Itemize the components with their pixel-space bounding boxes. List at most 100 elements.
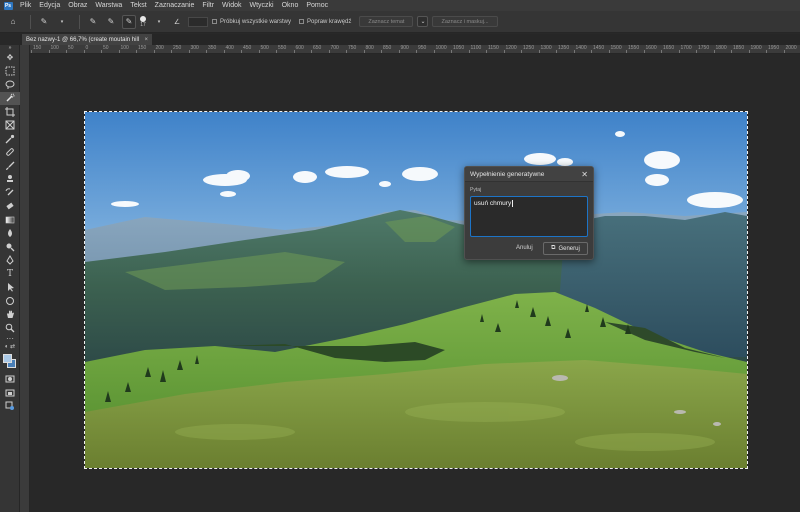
ruler-label: 1350 bbox=[558, 45, 570, 51]
zoom-tool-icon[interactable] bbox=[0, 321, 20, 335]
pen-tool-icon[interactable] bbox=[0, 254, 20, 268]
ruler-label: 100 bbox=[120, 45, 129, 51]
tools-panel: » ✥ T ··· ◐ ⇄ bbox=[0, 45, 20, 512]
ruler-label: 1150 bbox=[488, 45, 499, 51]
ruler-tick bbox=[48, 50, 50, 53]
ruler-label: 1300 bbox=[540, 45, 552, 51]
ruler-tick bbox=[643, 50, 645, 53]
menu-image[interactable]: Obraz bbox=[64, 0, 91, 11]
document-image[interactable] bbox=[84, 111, 748, 469]
chevron-down-icon[interactable]: ▾ bbox=[152, 15, 166, 29]
chevron-down-icon[interactable]: ▾ bbox=[55, 15, 69, 29]
ruler-tick bbox=[293, 50, 295, 53]
ruler-label: 500 bbox=[260, 45, 269, 51]
marquee-tool-icon[interactable] bbox=[0, 65, 20, 79]
ruler-tick bbox=[101, 50, 102, 53]
crop-tool-icon[interactable] bbox=[0, 105, 20, 119]
ruler-label: 800 bbox=[365, 45, 374, 51]
add-to-selection-icon[interactable]: ✎ bbox=[104, 15, 118, 29]
type-tool-icon[interactable]: T bbox=[0, 267, 20, 281]
photoshop-logo-icon[interactable]: Ps bbox=[0, 0, 16, 11]
foreground-color-swatch[interactable] bbox=[3, 353, 12, 363]
ruler-tick bbox=[766, 50, 767, 53]
chevron-down-icon[interactable]: ⌄ bbox=[417, 16, 429, 27]
select-and-mask-button[interactable]: Zaznacz i maskuj... bbox=[432, 16, 498, 27]
ruler-tick bbox=[258, 50, 260, 53]
ruler-tick bbox=[783, 50, 785, 53]
menu-help[interactable]: Pomoc bbox=[302, 0, 332, 11]
home-icon[interactable]: ⌂ bbox=[6, 15, 20, 29]
ruler-label: 1200 bbox=[505, 45, 517, 51]
dodge-tool-icon[interactable] bbox=[0, 240, 20, 254]
angle-icon[interactable]: ∠ bbox=[170, 15, 184, 29]
eyedropper-tool-icon[interactable] bbox=[0, 132, 20, 146]
gradient-tool-icon[interactable] bbox=[0, 213, 20, 227]
ruler-label: 250 bbox=[173, 45, 182, 51]
angle-field[interactable] bbox=[188, 16, 208, 27]
menu-select[interactable]: Zaznaczanie bbox=[151, 0, 199, 11]
menu-layer[interactable]: Warstwa bbox=[91, 0, 126, 11]
quick-selection-preset-icon[interactable]: ✎ bbox=[37, 15, 51, 29]
generate-button[interactable]: ⧉ Generuj bbox=[543, 242, 588, 255]
menu-file[interactable]: Plik bbox=[16, 0, 35, 11]
close-icon[interactable]: ✕ bbox=[581, 170, 588, 179]
ellipse-tool-icon[interactable] bbox=[0, 294, 20, 308]
ruler-label: 150 bbox=[33, 45, 42, 51]
history-brush-tool-icon[interactable] bbox=[0, 186, 20, 200]
move-tool-icon[interactable]: ✥ bbox=[0, 51, 20, 65]
cancel-button[interactable]: Anuluj bbox=[516, 243, 533, 254]
ruler-tick bbox=[118, 50, 120, 53]
ruler-tick bbox=[696, 50, 697, 53]
eraser-tool-icon[interactable] bbox=[0, 200, 20, 214]
ruler-label: 1700 bbox=[680, 45, 692, 51]
edit-toolbar-icon[interactable] bbox=[0, 400, 20, 414]
blur-tool-icon[interactable] bbox=[0, 227, 20, 241]
sample-all-layers-checkbox[interactable]: Próbkuj wszystkie warstwy bbox=[212, 19, 291, 25]
healing-brush-tool-icon[interactable] bbox=[0, 146, 20, 160]
more-tools-icon[interactable]: ··· bbox=[0, 334, 20, 343]
ruler-tick bbox=[433, 50, 435, 53]
menu-plugins[interactable]: Wtyczki bbox=[246, 0, 278, 11]
lasso-tool-icon[interactable] bbox=[0, 78, 20, 92]
new-selection-icon[interactable]: ✎ bbox=[86, 15, 100, 29]
quick-mask-icon[interactable] bbox=[0, 373, 20, 387]
menu-view[interactable]: Widok bbox=[218, 0, 245, 11]
close-icon[interactable]: × bbox=[144, 37, 148, 43]
clone-stamp-tool-icon[interactable] bbox=[0, 173, 20, 187]
refine-edge-checkbox[interactable]: Popraw krawędź bbox=[299, 19, 351, 25]
ruler-tick bbox=[136, 50, 137, 53]
logo-text: Ps bbox=[3, 1, 13, 10]
ruler-tick bbox=[223, 50, 225, 53]
ruler-tick bbox=[416, 50, 417, 53]
menu-type[interactable]: Tekst bbox=[126, 0, 150, 11]
ruler-label: 1450 bbox=[593, 45, 605, 51]
brush-size-picker[interactable]: 17 bbox=[140, 15, 146, 28]
screen-mode-icon[interactable] bbox=[0, 386, 20, 400]
path-selection-tool-icon[interactable] bbox=[0, 281, 20, 295]
menu-filter[interactable]: Filtr bbox=[198, 0, 218, 11]
color-swatches[interactable] bbox=[0, 351, 20, 373]
ruler-label: 1550 bbox=[628, 45, 640, 51]
document-tab[interactable]: Bez nazwy-1 @ 66,7% (create moutain hill… bbox=[22, 34, 152, 45]
menu-window[interactable]: Okno bbox=[278, 0, 303, 11]
ruler-tick bbox=[748, 50, 750, 53]
ruler-label: 650 bbox=[313, 45, 322, 51]
ruler-tick bbox=[608, 50, 610, 53]
frame-tool-icon[interactable] bbox=[0, 119, 20, 133]
options-bar: ⌂ ✎ ▾ ✎ ✎ ✎ 17 ▾ ∠ Próbkuj wszystkie war… bbox=[0, 11, 800, 33]
prompt-input[interactable]: usuń chmury bbox=[470, 196, 588, 237]
hand-tool-icon[interactable] bbox=[0, 308, 20, 322]
ruler-tick bbox=[398, 50, 400, 53]
select-subject-button[interactable]: Zaznacz temat bbox=[359, 16, 414, 27]
sample-all-layers-label: Próbkuj wszystkie warstwy bbox=[220, 18, 292, 25]
ruler-label: 1750 bbox=[698, 45, 710, 51]
vertical-ruler bbox=[20, 45, 30, 512]
subtract-from-selection-icon[interactable]: ✎ bbox=[122, 14, 136, 29]
ruler-tick bbox=[381, 50, 382, 53]
quick-selection-tool-icon[interactable] bbox=[0, 91, 20, 105]
default-colors-icon[interactable]: ◐ ⇄ bbox=[0, 343, 20, 351]
ruler-label: 1500 bbox=[610, 45, 622, 51]
ruler-label: 1600 bbox=[645, 45, 657, 51]
brush-tool-icon[interactable] bbox=[0, 159, 20, 173]
menu-edit[interactable]: Edycja bbox=[35, 0, 64, 11]
